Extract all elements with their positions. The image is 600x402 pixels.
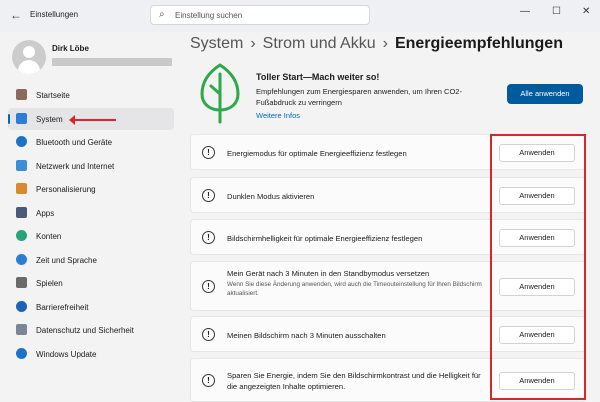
info-icon: ! [202, 146, 215, 159]
sidebar-item-label: Zeit und Sprache [36, 255, 97, 265]
update-icon [16, 347, 27, 359]
sidebar-item-bluetooth-und-geräte[interactable]: Bluetooth und Geräte [8, 131, 174, 153]
hero-title: Toller Start—Mach weiter so! [256, 72, 380, 82]
person-icon [16, 230, 27, 241]
globe-clock-icon [16, 253, 27, 265]
recommendation-text: Meinen Bildschirm nach 3 Minuten ausscha… [227, 330, 386, 340]
sidebar-item-label: Apps [36, 208, 55, 218]
recommendation-text: Sparen Sie Energie, indem Sie den Bildsc… [227, 371, 481, 391]
bluetooth-icon [16, 136, 27, 147]
sidebar-item-label: Bluetooth und Geräte [36, 138, 113, 147]
breadcrumb-system[interactable]: System [190, 35, 243, 52]
arrow-left-icon[interactable]: ← [10, 8, 22, 22]
sidebar-item-label: Netzwerk und Internet [36, 161, 115, 171]
avatar-head-icon [23, 46, 35, 58]
sidebar-item-label: Startseite [36, 91, 70, 100]
info-icon: ! [202, 231, 215, 244]
avatar [12, 40, 46, 74]
sidebar-item-konten[interactable]: Konten [8, 225, 174, 247]
sidebar-item-label: Windows Update [36, 349, 97, 359]
monitor-icon [16, 112, 27, 124]
search-box[interactable]: ⌕ Einstellung suchen [150, 5, 370, 25]
chevron-right-icon: › [382, 35, 388, 52]
sidebar-item-label: Spielen [36, 279, 63, 288]
info-icon: ! [202, 374, 215, 387]
sidebar-item-barrierefreiheit[interactable]: Barrierefreiheit [8, 296, 174, 318]
apply-all-button[interactable]: Alle anwenden [507, 84, 583, 104]
wifi-icon [16, 159, 27, 171]
search-placeholder[interactable]: Einstellung suchen [175, 11, 242, 20]
chevron-right-icon: › [250, 35, 256, 52]
sidebar-item-label: Konten [36, 232, 62, 241]
highlight-box [490, 134, 586, 400]
app-title: Einstellungen [30, 10, 79, 19]
breadcrumb-power[interactable]: Strom und Akku [263, 35, 376, 52]
info-icon: ! [202, 328, 215, 341]
recommendation-text: Energiemodus für optimale Energieeffizie… [227, 148, 407, 158]
title-bar: ← Einstellungen ⌕ Einstellung suchen — ☐… [0, 0, 600, 32]
recommendation-text: Dunklen Modus aktivieren [227, 191, 315, 201]
apps-icon [16, 206, 27, 218]
profile-email-redacted [52, 58, 172, 66]
leaf-icon [200, 63, 240, 124]
recommendation-text: Mein Gerät nach 3 Minuten in den Standby… [227, 268, 430, 278]
learn-more-link[interactable]: Weitere Infos [256, 111, 300, 120]
selection-indicator [8, 113, 10, 124]
sidebar-item-startseite[interactable]: Startseite [8, 84, 174, 106]
breadcrumb: System › Strom und Akku › Energieempfehlunge… [190, 35, 595, 53]
close-button[interactable]: ✕ [582, 6, 590, 17]
gamepad-icon [16, 277, 27, 288]
sidebar-nav: Startseite System Bluetooth und Geräte Netz… [8, 84, 174, 366]
info-icon: ! [202, 280, 215, 293]
minimize-button[interactable]: — [520, 6, 530, 17]
sidebar-item-label: System [36, 114, 63, 124]
sidebar-item-spielen[interactable]: Spielen [8, 272, 174, 294]
sidebar-item-zeit-und-sprache[interactable]: Zeit und Sprache [8, 249, 174, 271]
sidebar-item-windows-update[interactable]: Windows Update [8, 343, 174, 365]
sidebar: Dirk Löbe Startseite System Bluetooth und … [0, 32, 182, 402]
profile-name: Dirk Löbe [52, 44, 89, 53]
search-icon: ⌕ [159, 9, 165, 20]
home-icon [16, 89, 27, 100]
avatar-body-icon [18, 60, 40, 74]
sidebar-item-apps[interactable]: Apps [8, 202, 174, 224]
sidebar-item-label: Datenschutz und Sicherheit [36, 326, 134, 335]
sidebar-item-label: Personalisierung [36, 185, 96, 194]
accessibility-icon [16, 300, 27, 312]
sidebar-item-datenschutz-und-sicherheit[interactable]: Datenschutz und Sicherheit [8, 319, 174, 341]
page-title: Energieempfehlungen [394, 35, 563, 52]
brush-icon [16, 183, 27, 194]
sidebar-item-personalisierung[interactable]: Personalisierung [8, 178, 174, 200]
sidebar-item-netzwerk-und-internet[interactable]: Netzwerk und Internet [8, 155, 174, 177]
sidebar-item-label: Barrierefreiheit [36, 302, 89, 312]
recommendation-text: Bildschirmhelligkeit für optimale Energi… [227, 233, 423, 243]
hero-description: Empfehlungen zum Energiesparen anwenden,… [256, 87, 462, 107]
energy-hero-card: Toller Start—Mach weiter so! Empfehlunge… [190, 60, 592, 128]
shield-icon [16, 324, 27, 335]
info-icon: ! [202, 189, 215, 202]
red-arrow-annotation [69, 114, 116, 125]
recommendation-subtext: Wenn Sie diese Änderung anwenden, wird a… [227, 280, 482, 297]
maximize-button[interactable]: ☐ [552, 6, 561, 17]
sidebar-item-system[interactable]: System [8, 107, 174, 130]
